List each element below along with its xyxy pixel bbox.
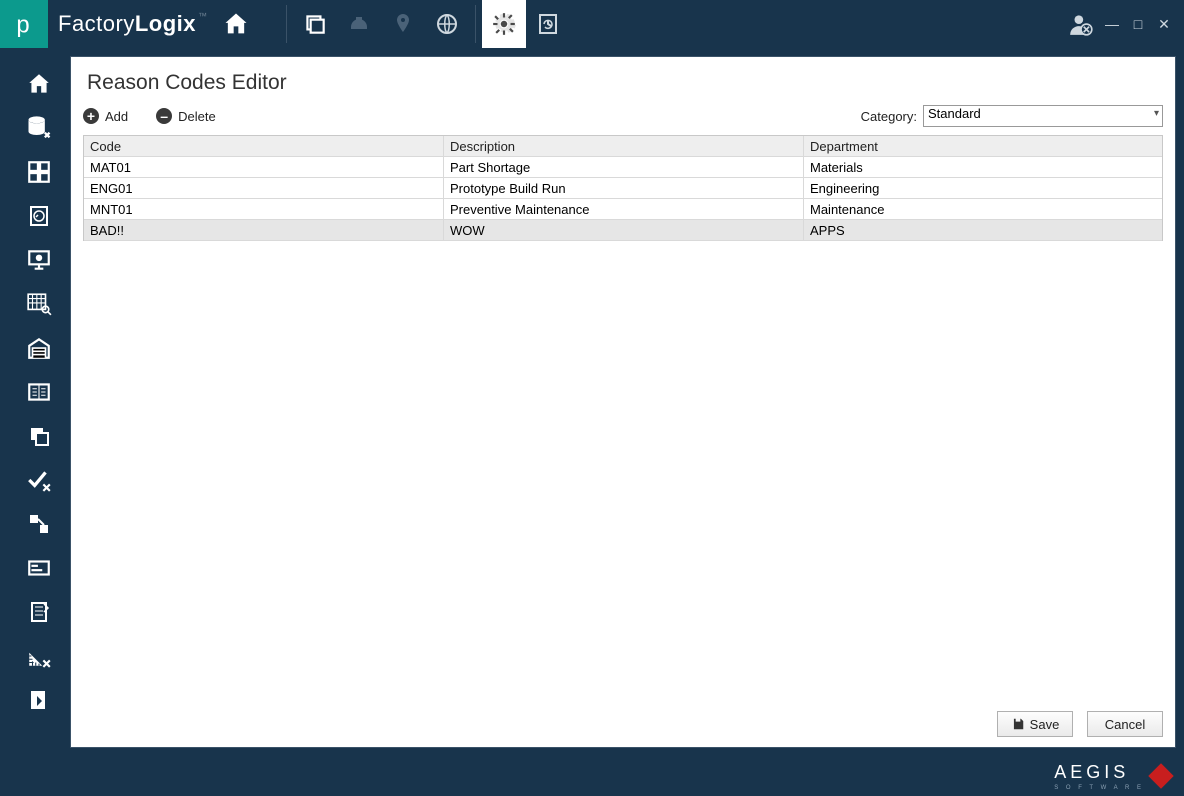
footer-subtitle: S O F T W A R E — [1054, 785, 1144, 791]
cell-department[interactable]: Engineering — [804, 178, 1162, 198]
cell-code[interactable]: ENG01 — [84, 178, 444, 198]
cell-description[interactable]: WOW — [444, 220, 804, 240]
logo-icon: p — [0, 0, 48, 48]
helmet-icon[interactable] — [337, 0, 381, 48]
gear-icon[interactable] — [482, 0, 526, 48]
sidebar-shapes-icon[interactable] — [14, 502, 64, 546]
reason-codes-table: Code Description Department MAT01 Part S… — [83, 135, 1163, 241]
category-value: Standard — [928, 106, 981, 121]
table-header-row: Code Description Department — [84, 136, 1162, 157]
category-select[interactable]: Standard ▾ — [923, 105, 1163, 127]
cell-description[interactable]: Part Shortage — [444, 157, 804, 177]
col-department[interactable]: Department — [804, 136, 1162, 156]
home-icon[interactable] — [222, 10, 250, 38]
cell-code[interactable]: MAT01 — [84, 157, 444, 177]
save-label: Save — [1030, 717, 1060, 732]
main-panel: Reason Codes Editor + Add – Delete Categ… — [70, 56, 1176, 748]
sidebar-export-icon[interactable] — [14, 678, 64, 722]
sidebar-book-icon[interactable] — [14, 370, 64, 414]
history-icon[interactable] — [526, 0, 570, 48]
maximize-button[interactable]: □ — [1130, 16, 1146, 32]
header-bar: p FactoryLogix™ — [0, 0, 1184, 48]
table-row[interactable]: MAT01 Part Shortage Materials — [84, 157, 1162, 178]
header-right: — □ ✕ — [1068, 11, 1184, 37]
sidebar-monitor-icon[interactable] — [14, 238, 64, 282]
table-row[interactable]: ENG01 Prototype Build Run Engineering — [84, 178, 1162, 199]
minus-icon: – — [156, 108, 172, 124]
separator — [286, 5, 287, 43]
body: Reason Codes Editor + Add – Delete Categ… — [0, 48, 1184, 756]
cancel-label: Cancel — [1105, 717, 1145, 732]
pin-icon[interactable] — [381, 0, 425, 48]
sidebar — [8, 56, 70, 748]
diamond-icon — [1148, 763, 1173, 788]
delete-label: Delete — [178, 109, 216, 124]
col-description[interactable]: Description — [444, 136, 804, 156]
separator — [475, 5, 476, 43]
table-row[interactable]: MNT01 Preventive Maintenance Maintenance — [84, 199, 1162, 220]
add-button[interactable]: + Add — [83, 108, 128, 124]
save-icon — [1011, 717, 1025, 731]
cancel-button[interactable]: Cancel — [1087, 711, 1163, 737]
close-button[interactable]: ✕ — [1156, 16, 1172, 32]
sidebar-home-icon[interactable] — [14, 62, 64, 106]
footer-brand: AEGIS — [1054, 762, 1144, 783]
cell-description[interactable]: Preventive Maintenance — [444, 199, 804, 219]
svg-text:p: p — [16, 12, 29, 37]
add-label: Add — [105, 109, 128, 124]
cell-department[interactable]: APPS — [804, 220, 1162, 240]
trademark: ™ — [198, 11, 208, 21]
chevron-down-icon: ▾ — [1154, 108, 1159, 119]
sidebar-copy-icon[interactable] — [14, 414, 64, 458]
plus-icon: + — [83, 108, 99, 124]
panel-footer: Save Cancel — [83, 701, 1163, 737]
app-root: p FactoryLogix™ — [0, 0, 1184, 796]
sidebar-card-icon[interactable] — [14, 546, 64, 590]
sidebar-history-icon[interactable] — [14, 194, 64, 238]
footer: AEGIS S O F T W A R E — [0, 756, 1184, 796]
toolbar-row: + Add – Delete Category: Standard ▾ — [83, 105, 1163, 127]
cell-department[interactable]: Maintenance — [804, 199, 1162, 219]
sidebar-warehouse-icon[interactable] — [14, 326, 64, 370]
globe-icon[interactable] — [425, 0, 469, 48]
cell-description[interactable]: Prototype Build Run — [444, 178, 804, 198]
stack-icon[interactable] — [293, 0, 337, 48]
table-row[interactable]: BAD!! WOW APPS — [84, 220, 1162, 241]
sidebar-database-icon[interactable] — [14, 106, 64, 150]
cell-code[interactable]: MNT01 — [84, 199, 444, 219]
header-toolbar — [280, 0, 570, 48]
category-label: Category: — [861, 109, 917, 124]
sidebar-ruler-icon[interactable] — [14, 634, 64, 678]
sidebar-check-x-icon[interactable] — [14, 458, 64, 502]
col-code[interactable]: Code — [84, 136, 444, 156]
save-button[interactable]: Save — [997, 711, 1073, 737]
delete-button[interactable]: – Delete — [156, 108, 216, 124]
sidebar-clipboard-icon[interactable] — [14, 590, 64, 634]
cell-department[interactable]: Materials — [804, 157, 1162, 177]
cell-code[interactable]: BAD!! — [84, 220, 444, 240]
brand-text: FactoryLogix™ — [58, 11, 208, 37]
sidebar-blocks-icon[interactable] — [14, 150, 64, 194]
user-icon[interactable] — [1068, 11, 1094, 37]
minimize-button[interactable]: — — [1104, 16, 1120, 32]
page-title: Reason Codes Editor — [87, 71, 1163, 95]
sidebar-table-search-icon[interactable] — [14, 282, 64, 326]
